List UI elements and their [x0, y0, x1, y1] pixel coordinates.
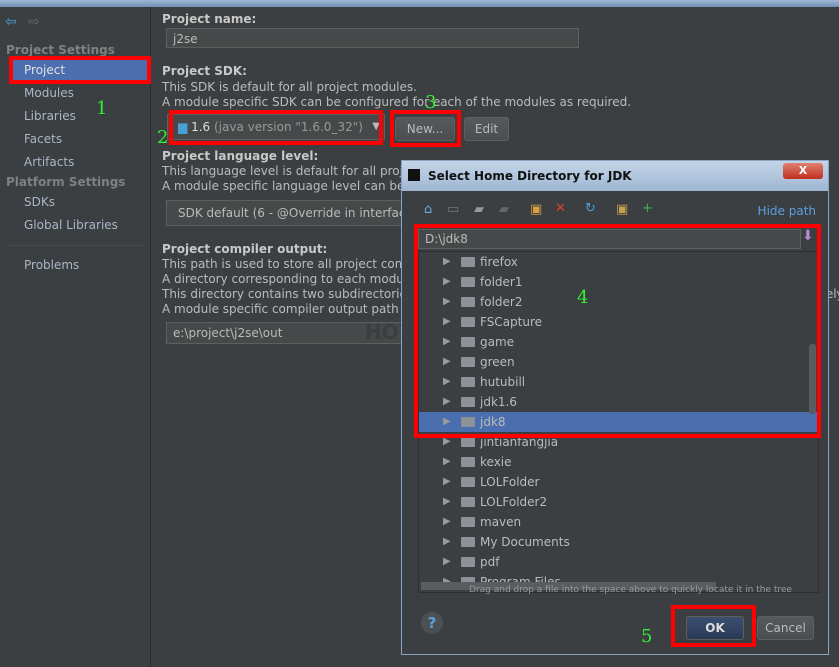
desktop-icon[interactable]: ▭	[447, 202, 459, 217]
home-icon[interactable]: ⌂	[424, 202, 432, 217]
tree-item[interactable]: ▶ maven	[419, 512, 817, 532]
highlight-sdk-dropdown	[169, 110, 383, 145]
cancel-button[interactable]: Cancel	[757, 616, 814, 640]
forward-arrow-icon[interactable]: ⇨	[28, 14, 40, 30]
expand-arrow-icon[interactable]: ▶	[443, 472, 451, 492]
tree-item-label: pdf	[480, 555, 500, 569]
project-name-input[interactable]: j2se	[166, 28, 579, 48]
sidebar-item-global-libraries[interactable]: Global Libraries	[10, 214, 150, 236]
sidebar-item-modules[interactable]: Modules	[10, 82, 150, 104]
add-jdk-icon[interactable]: +	[642, 201, 653, 216]
folder-icon	[461, 497, 475, 507]
sidebar: ⇦ ⇨ Project Settings Project Modules Lib…	[0, 7, 151, 667]
tree-item[interactable]: ▶ LOLFolder2	[419, 492, 817, 512]
folder-icon	[461, 517, 475, 527]
back-arrow-icon[interactable]: ⇦	[5, 14, 17, 30]
project-name-label: Project name:	[162, 12, 257, 26]
help-button[interactable]: ?	[421, 612, 443, 634]
close-button[interactable]: X	[783, 163, 823, 179]
tree-item-label: LOLFolder	[480, 475, 540, 489]
tree-item-label: maven	[480, 515, 522, 529]
annotation-3: 3	[425, 92, 437, 113]
tree-item[interactable]: ▶ pdf	[419, 552, 817, 572]
tree-item[interactable]: ▶ My Documents	[419, 532, 817, 552]
window-titlebar	[0, 0, 839, 7]
language-level-label: Project language level:	[162, 149, 319, 163]
new-folder-icon[interactable]: ▣	[530, 202, 542, 217]
compiler-output-label: Project compiler output:	[162, 242, 328, 256]
highlight-tree	[414, 224, 821, 438]
module-folder-icon[interactable]: ▰	[499, 202, 509, 217]
drag-drop-hint: Drag and drop a file into the space abov…	[469, 585, 792, 595]
annotation-2: 2	[157, 127, 169, 148]
show-hidden-icon[interactable]: ▣	[616, 202, 628, 217]
sdk-description: A module specific SDK can be configured …	[162, 95, 632, 109]
delete-icon[interactable]: ✕	[555, 201, 566, 216]
expand-arrow-icon[interactable]: ▶	[443, 532, 451, 552]
folder-icon	[461, 557, 475, 567]
intellij-icon	[408, 169, 420, 181]
project-folder-icon[interactable]: ▰	[474, 202, 484, 217]
tree-item-label: kexie	[480, 455, 512, 469]
expand-arrow-icon[interactable]: ▶	[443, 512, 451, 532]
highlight-new-button	[390, 110, 461, 147]
expand-arrow-icon[interactable]: ▶	[443, 492, 451, 512]
folder-icon	[461, 537, 475, 547]
folder-icon	[461, 437, 475, 447]
sdk-description: This SDK is default for all project modu…	[162, 80, 417, 94]
tree-item-label: My Documents	[480, 535, 570, 549]
edit-sdk-button[interactable]: Edit	[464, 117, 509, 141]
section-platform-settings: Platform Settings	[6, 175, 126, 189]
sidebar-item-facets[interactable]: Facets	[10, 128, 150, 150]
divider	[8, 245, 143, 246]
refresh-icon[interactable]: ↻	[585, 201, 596, 216]
sidebar-item-problems[interactable]: Problems	[10, 254, 150, 276]
annotation-4: 4	[577, 287, 589, 308]
section-project-settings: Project Settings	[6, 43, 115, 57]
highlight-ok-button	[671, 605, 756, 647]
folder-icon	[461, 477, 475, 487]
dialog-titlebar: Select Home Directory for JDK X	[402, 161, 828, 191]
tree-item-label: LOLFolder2	[480, 495, 548, 509]
annotation-1: 1	[96, 98, 108, 119]
project-sdk-label: Project SDK:	[162, 64, 247, 78]
dialog-title: Select Home Directory for JDK	[428, 169, 632, 183]
sidebar-item-artifacts[interactable]: Artifacts	[10, 151, 150, 173]
highlight-project	[9, 56, 151, 84]
expand-arrow-icon[interactable]: ▶	[443, 552, 451, 572]
sidebar-item-libraries[interactable]: Libraries	[10, 105, 150, 127]
folder-icon	[461, 457, 475, 467]
tree-item[interactable]: ▶ kexie	[419, 452, 817, 472]
annotation-5: 5	[641, 626, 653, 647]
hide-path-link[interactable]: Hide path	[758, 204, 816, 218]
sidebar-item-sdks[interactable]: SDKs	[10, 191, 150, 213]
tree-item[interactable]: ▶ LOLFolder	[419, 472, 817, 492]
expand-arrow-icon[interactable]: ▶	[443, 452, 451, 472]
